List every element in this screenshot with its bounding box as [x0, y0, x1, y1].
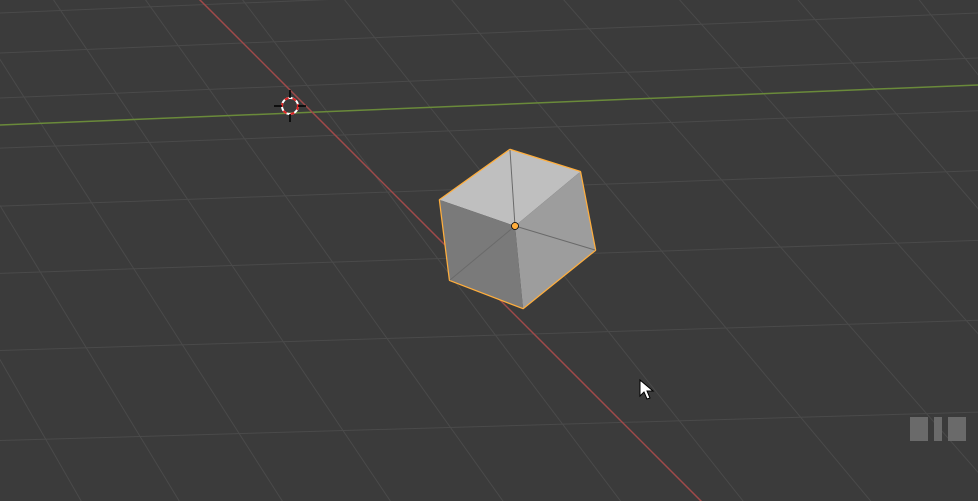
cube-object[interactable]	[415, 130, 635, 350]
overlay-button-a[interactable]	[910, 417, 928, 441]
viewport-overlay-buttons	[910, 417, 966, 441]
object-origin	[512, 223, 519, 230]
overlay-button-c[interactable]	[948, 417, 966, 441]
y-axis	[0, 82, 978, 127]
overlay-button-b[interactable]	[934, 417, 942, 441]
3d-viewport[interactable]	[0, 0, 978, 501]
